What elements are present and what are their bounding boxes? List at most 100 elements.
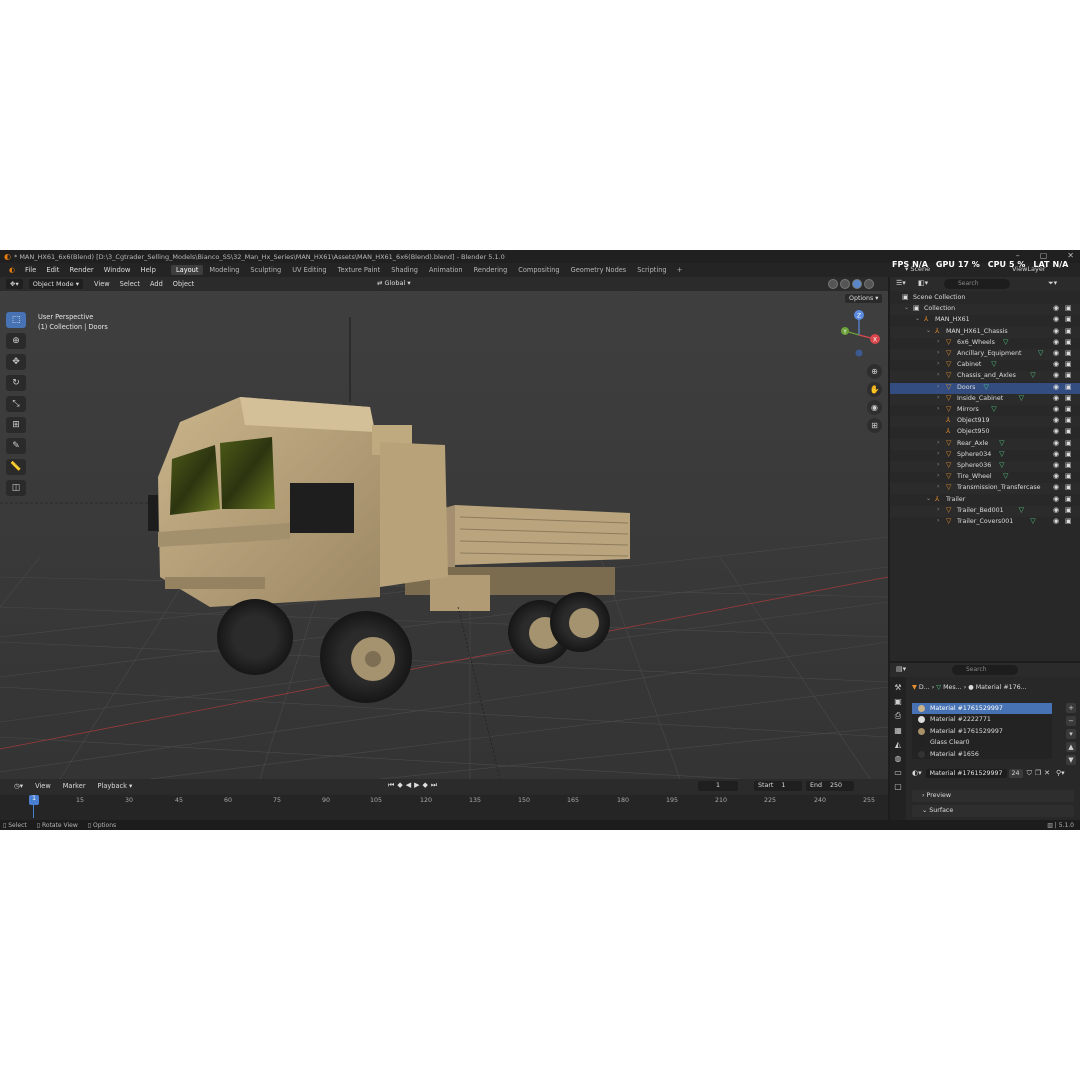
- material-users-count[interactable]: 24: [1008, 768, 1023, 778]
- expand-arrow-icon[interactable]: ›: [937, 405, 939, 412]
- tool-tab-icon[interactable]: ⚒: [894, 683, 901, 692]
- world-tab-icon[interactable]: ◍: [895, 754, 902, 763]
- viewport-menu-add[interactable]: Add: [145, 280, 168, 288]
- duplicate-icon[interactable]: ❐: [1035, 769, 1041, 777]
- add-cube-icon[interactable]: ◫: [6, 480, 26, 496]
- render-tab-icon[interactable]: ▣: [894, 697, 902, 706]
- workspace-tab-uv-editing[interactable]: UV Editing: [287, 265, 331, 275]
- outliner-row[interactable]: › ▽ Transmission_Transfercase ◉ ▣: [890, 483, 1080, 495]
- material-slot[interactable]: Material #2222771: [912, 714, 1052, 725]
- workspace-tab-layout[interactable]: Layout: [171, 265, 204, 275]
- close-icon[interactable]: ✕: [1067, 251, 1074, 260]
- outliner-row[interactable]: › ▽ Ancillary_Equipment ▽ ◉ ▣: [890, 349, 1080, 360]
- timeline-menu-view[interactable]: View: [29, 782, 57, 790]
- mesh-data-icon[interactable]: ▽: [984, 383, 989, 391]
- visibility-eye-icon[interactable]: ◉: [1053, 360, 1059, 368]
- pan-hand-icon[interactable]: ✋: [867, 382, 882, 397]
- workspace-tab-shading[interactable]: Shading: [386, 265, 423, 275]
- play-icon[interactable]: ▶: [414, 781, 419, 790]
- options-dropdown[interactable]: Options ▾: [845, 294, 883, 303]
- mesh-data-icon[interactable]: ▽: [991, 360, 996, 368]
- surface-panel[interactable]: ⌄ Surface: [912, 805, 1074, 817]
- solid-shading-icon[interactable]: [840, 279, 850, 289]
- expand-arrow-icon[interactable]: ›: [937, 383, 939, 390]
- preview-panel[interactable]: › Preview: [912, 790, 1074, 802]
- maximize-icon[interactable]: ▢: [1040, 251, 1048, 260]
- move-up-icon[interactable]: ▲: [1066, 742, 1076, 752]
- timeline-ruler[interactable]: 1 15 30 45 60 75 90 105 120 135 150 165 …: [0, 795, 888, 820]
- outliner-row[interactable]: ⌄ ▣ Collection ◉ ▣: [890, 304, 1080, 316]
- visibility-eye-icon[interactable]: ◉: [1053, 315, 1059, 323]
- outliner-row[interactable]: ⌄ ⅄ MAN_HX61 ◉ ▣: [890, 315, 1080, 326]
- expand-arrow-icon[interactable]: ›: [937, 349, 939, 356]
- mesh-data-icon[interactable]: ▽: [1038, 349, 1043, 357]
- render-camera-icon[interactable]: ▣: [1065, 495, 1072, 503]
- current-frame-field[interactable]: 1: [698, 781, 738, 791]
- viewport-menu-object[interactable]: Object: [168, 280, 199, 288]
- mesh-data-icon[interactable]: ▽: [1003, 472, 1008, 480]
- timeline-menu-marker[interactable]: Marker: [57, 782, 92, 790]
- properties-search-input[interactable]: Search: [952, 665, 1018, 675]
- expand-arrow-icon[interactable]: ›: [937, 394, 939, 401]
- camera-view-icon[interactable]: ◉: [867, 400, 882, 415]
- material-slot[interactable]: Material #1761529997: [912, 703, 1052, 715]
- menu-file[interactable]: File: [20, 266, 41, 274]
- render-camera-icon[interactable]: ▣: [1065, 383, 1072, 391]
- navigation-gizmo[interactable]: Z Y X: [837, 309, 881, 359]
- visibility-eye-icon[interactable]: ◉: [1053, 327, 1059, 335]
- display-mode-icon[interactable]: ◧▾: [918, 279, 928, 287]
- outliner-row[interactable]: › ▽ Inside_Cabinet ▽ ◉ ▣: [890, 393, 1080, 405]
- render-camera-icon[interactable]: ▣: [1065, 483, 1072, 491]
- render-camera-icon[interactable]: ▣: [1065, 416, 1072, 424]
- visibility-eye-icon[interactable]: ◉: [1053, 383, 1059, 391]
- scale-icon[interactable]: ⤡: [6, 396, 26, 412]
- render-camera-icon[interactable]: ▣: [1065, 439, 1072, 447]
- outliner-row[interactable]: › ▽ Chassis_and_Axles ▽ ◉ ▣: [890, 371, 1080, 383]
- material-slot[interactable]: Glass Clear0: [912, 737, 1052, 748]
- cursor-icon[interactable]: ⊕: [6, 333, 26, 349]
- zoom-icon[interactable]: ⊕: [867, 364, 882, 379]
- visibility-eye-icon[interactable]: ◉: [1053, 304, 1059, 312]
- render-camera-icon[interactable]: ▣: [1065, 427, 1072, 435]
- visibility-eye-icon[interactable]: ◉: [1053, 506, 1059, 514]
- annotate-icon[interactable]: ✎: [6, 438, 26, 454]
- fake-user-icon[interactable]: ⛉: [1027, 769, 1032, 778]
- mode-dropdown[interactable]: Object Mode ▾: [28, 279, 84, 289]
- render-camera-icon[interactable]: ▣: [1065, 349, 1072, 357]
- scene-tab-icon[interactable]: ◭: [895, 740, 901, 749]
- add-workspace-button[interactable]: +: [673, 266, 687, 274]
- viewport-menu-view[interactable]: View: [89, 280, 115, 288]
- expand-arrow-icon[interactable]: ›: [937, 483, 939, 490]
- move-icon[interactable]: ✥: [6, 354, 26, 370]
- material-browse-icon[interactable]: ◐▾: [912, 769, 922, 777]
- expand-arrow-icon[interactable]: ›: [937, 517, 939, 524]
- render-camera-icon[interactable]: ▣: [1065, 315, 1072, 323]
- unlink-icon[interactable]: ✕: [1044, 769, 1050, 777]
- material-slot[interactable]: Material #1656: [912, 749, 1052, 760]
- view-layer-tab-icon[interactable]: ▦: [894, 726, 902, 735]
- workspace-tab-animation[interactable]: Animation: [424, 265, 468, 275]
- expand-arrow-icon[interactable]: ›: [937, 338, 939, 345]
- visibility-eye-icon[interactable]: ◉: [1053, 371, 1059, 379]
- end-frame-field[interactable]: End 250: [806, 781, 854, 791]
- next-keyframe-icon[interactable]: ◆: [422, 781, 427, 790]
- expand-arrow-icon[interactable]: ›: [937, 472, 939, 479]
- wireframe-shading-icon[interactable]: [828, 279, 838, 289]
- visibility-eye-icon[interactable]: ◉: [1053, 483, 1059, 491]
- visibility-eye-icon[interactable]: ◉: [1053, 439, 1059, 447]
- start-frame-field[interactable]: Start 1: [754, 781, 802, 791]
- render-camera-icon[interactable]: ▣: [1065, 517, 1072, 525]
- 3d-viewport[interactable]: ✥▾ Object Mode ▾ View Select Add Object …: [0, 277, 888, 779]
- ortho-grid-icon[interactable]: ⊞: [867, 418, 882, 433]
- workspace-tab-geometry-nodes[interactable]: Geometry Nodes: [566, 265, 632, 275]
- rotate-icon[interactable]: ↻: [6, 375, 26, 391]
- mesh-data-icon[interactable]: ▽: [1019, 506, 1024, 514]
- mesh-data-icon[interactable]: ▽: [1030, 517, 1035, 525]
- mesh-data-icon[interactable]: ▽: [999, 439, 1004, 447]
- select-box-icon[interactable]: ⬚: [6, 312, 26, 328]
- outliner-row[interactable]: ⌄ ⅄ Trailer ◉ ▣: [890, 495, 1080, 506]
- outliner-row[interactable]: › ▽ Doors ▽ ◉ ▣: [890, 382, 1080, 394]
- expand-arrow-icon[interactable]: ›: [937, 360, 939, 367]
- expand-arrow-icon[interactable]: ⌄: [904, 304, 909, 311]
- move-down-icon[interactable]: ▼: [1066, 755, 1076, 765]
